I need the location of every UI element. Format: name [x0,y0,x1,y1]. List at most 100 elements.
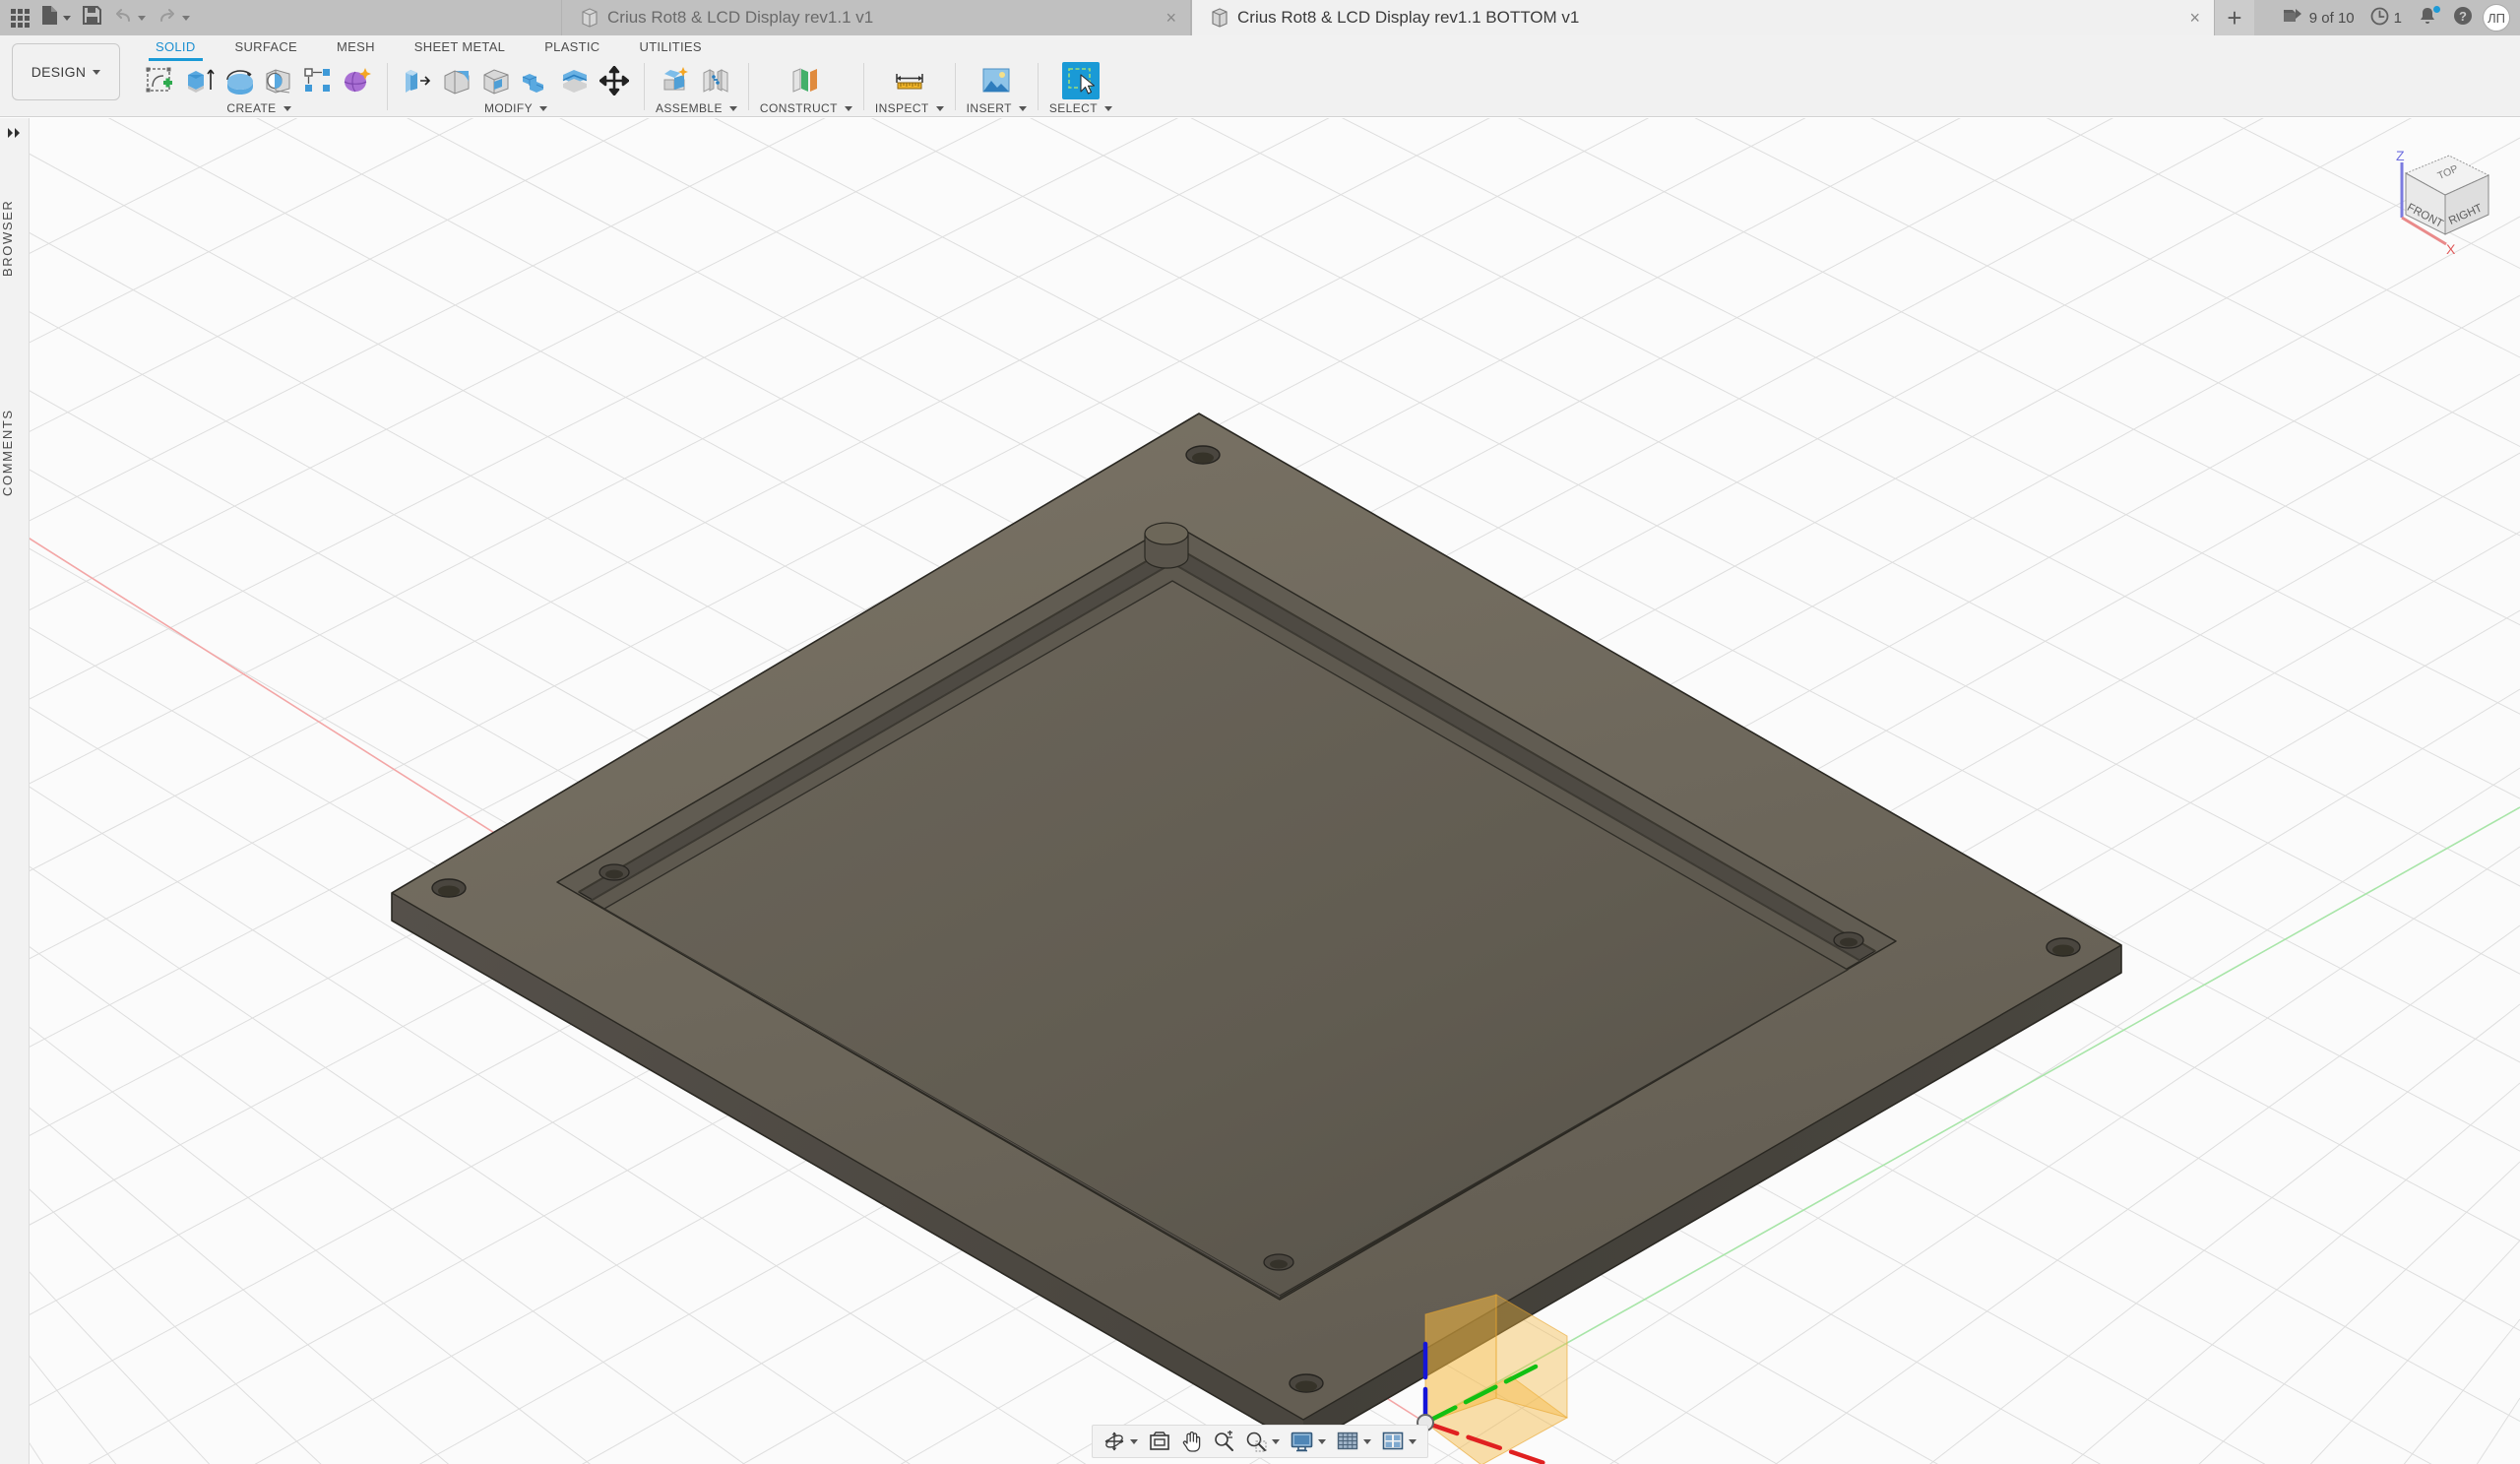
file-menu-button[interactable] [36,3,76,32]
move-copy-icon[interactable] [596,62,633,99]
hole-left [432,879,466,897]
notification-dot-icon [2433,6,2440,13]
joint-icon[interactable] [697,62,734,99]
jobs-status-label: 9 of 10 [2309,10,2355,27]
chevron-down-icon [63,16,71,21]
chevron-down-icon [936,106,944,111]
clock-icon [2370,7,2389,30]
chevron-down-icon [1272,1439,1280,1444]
inner-hole-left [599,864,629,880]
insert-image-icon[interactable] [977,62,1015,99]
ribbon-tab-surface[interactable]: SURFACE [216,35,318,59]
app-menu-button[interactable] [6,3,34,32]
save-button[interactable] [78,3,106,32]
display-settings-button[interactable] [1286,1428,1331,1455]
redo-button[interactable] [153,3,195,32]
orbit-button[interactable] [1099,1428,1143,1455]
ribbon-group-inspect: INSPECT [869,61,950,117]
ribbon-group-insert-label[interactable]: INSERT [967,101,1027,115]
fit-button[interactable] [1240,1428,1285,1455]
document-tab-1-close-icon[interactable]: × [1166,9,1176,27]
hole-icon[interactable] [260,62,297,99]
ribbon-group-create: CREATE [136,61,382,117]
rectangular-pattern-icon[interactable] [299,62,337,99]
titlebar-status-area: 9 of 10 1 [2277,0,2520,35]
chevron-down-icon [1130,1439,1138,1444]
ribbon-tab-sheet-metal[interactable]: SHEET METAL [395,35,525,59]
ribbon-tab-plastic[interactable]: PLASTIC [525,35,619,59]
jobs-icon [2283,7,2304,29]
ribbon-tab-solid[interactable]: SOLID [136,35,216,59]
undo-icon [113,8,133,29]
document-tab-2-close-icon[interactable]: × [2189,9,2200,27]
measure-icon[interactable] [891,62,928,99]
sidebar-item-comments[interactable]: COMMENTS [0,366,30,539]
workspace-switcher-button[interactable]: DESIGN [12,43,120,100]
pan-icon [1181,1431,1202,1452]
notifications-button[interactable] [2412,3,2443,32]
ribbon-group-select-label[interactable]: SELECT [1049,101,1112,115]
ribbon-group-construct-label[interactable]: CONSTRUCT [760,101,852,115]
inner-hole-right [1834,932,1863,948]
viewport-canvas[interactable]: TOP FRONT RIGHT Z X [0,118,2520,1464]
help-button[interactable]: ? [2447,3,2479,32]
quick-access-toolbar [0,0,195,35]
component-cube-icon [1210,7,1229,29]
chevron-down-icon [1104,106,1112,111]
sidebar-item-browser[interactable]: BROWSER [0,169,30,307]
split-body-icon[interactable] [556,62,594,99]
select-window-icon[interactable] [1062,62,1100,99]
viewports-icon [1382,1432,1404,1451]
chevron-down-icon [182,16,190,21]
chevron-down-icon [284,106,291,111]
offset-plane-icon[interactable] [788,62,825,99]
history-button[interactable]: 1 [2364,3,2408,32]
create-sketch-icon[interactable] [142,62,179,99]
avatar[interactable]: ЛП [2483,4,2510,32]
press-pull-icon[interactable] [399,62,436,99]
ribbon-toolbar: CREATE [136,61,1118,117]
view-cube[interactable]: TOP FRONT RIGHT Z X [2355,136,2502,264]
undo-button[interactable] [108,3,151,32]
redo-icon [158,8,177,29]
history-count-label: 1 [2394,10,2402,27]
ground-grid [0,118,2520,1464]
pan-button[interactable] [1176,1428,1207,1455]
ribbon-group-insert: INSERT [961,61,1033,117]
ribbon-group-assemble-label[interactable]: ASSEMBLE [656,101,737,115]
viewports-button[interactable] [1377,1428,1421,1455]
ribbon-group-create-label[interactable]: CREATE [226,101,290,115]
extrude-icon[interactable] [181,62,219,99]
look-at-button[interactable] [1144,1428,1175,1455]
grid-snaps-icon [1337,1432,1358,1451]
revolve-icon[interactable] [220,62,258,99]
ribbon-tab-mesh[interactable]: MESH [317,35,395,59]
grid-snaps-button[interactable] [1332,1428,1376,1455]
toolbar-separator [644,63,645,110]
corner-boss [1145,523,1188,568]
combine-icon[interactable] [517,62,554,99]
toolbar-separator [1038,63,1039,110]
jobs-status-button[interactable]: 9 of 10 [2277,3,2361,32]
expand-panel-icon[interactable] [0,118,30,148]
toolbar-separator [387,63,388,110]
document-tab-2[interactable]: Crius Rot8 & LCD Display rev1.1 BOTTOM v… [1191,0,2215,35]
file-icon [41,5,58,31]
new-component-icon[interactable] [658,62,695,99]
ribbon-tab-utilities[interactable]: UTILITIES [620,35,722,59]
create-form-icon[interactable] [339,62,376,99]
fillet-icon[interactable] [438,62,475,99]
document-tab-1-title: Crius Rot8 & LCD Display rev1.1 v1 [607,8,873,28]
zoom-button[interactable] [1208,1428,1239,1455]
document-tab-1[interactable]: Crius Rot8 & LCD Display rev1.1 v1 × [561,0,1191,35]
chevron-down-icon [1409,1439,1417,1444]
workspace-label: DESIGN [32,64,86,80]
help-icon: ? [2453,6,2473,30]
ribbon-group-modify-label[interactable]: MODIFY [484,101,547,115]
ribbon-group-inspect-label[interactable]: INSPECT [875,101,944,115]
chevron-down-icon [729,106,737,111]
left-panel-rail: BROWSER COMMENTS [0,118,30,1464]
shell-icon[interactable] [477,62,515,99]
new-tab-button[interactable]: + [2215,0,2254,35]
hole-top [1186,446,1220,464]
